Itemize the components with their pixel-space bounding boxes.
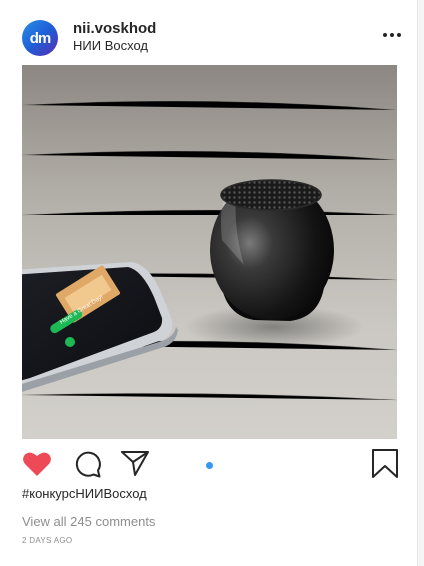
- share-icon: [121, 451, 149, 476]
- avatar-text: dm: [29, 29, 51, 47]
- view-comments-link[interactable]: View all 245 comments: [22, 514, 155, 529]
- carousel-indicator-dot: [206, 462, 213, 469]
- comment-button[interactable]: [74, 450, 102, 478]
- share-button[interactable]: [120, 449, 150, 477]
- more-options-button[interactable]: [381, 28, 403, 42]
- bookmark-icon: [372, 449, 398, 478]
- page-right-border: [417, 0, 424, 566]
- username[interactable]: nii.voskhod: [73, 20, 156, 37]
- comment-icon: [75, 451, 101, 478]
- more-icon: [383, 33, 387, 37]
- speaker-photo: Have a Great Day!: [22, 65, 397, 439]
- post-image[interactable]: Have a Great Day!: [22, 65, 397, 439]
- post-header: dm nii.voskhod НИИ Восход: [0, 0, 418, 62]
- bookmark-button[interactable]: [372, 449, 398, 479]
- heart-icon: [23, 452, 51, 476]
- post-caption[interactable]: #конкурсНИИВосход: [22, 486, 147, 501]
- location-subtitle[interactable]: НИИ Восход: [73, 38, 148, 53]
- post-timestamp: 2 DAYS AGO: [22, 536, 73, 545]
- avatar[interactable]: dm: [22, 20, 58, 56]
- like-button[interactable]: [22, 451, 52, 477]
